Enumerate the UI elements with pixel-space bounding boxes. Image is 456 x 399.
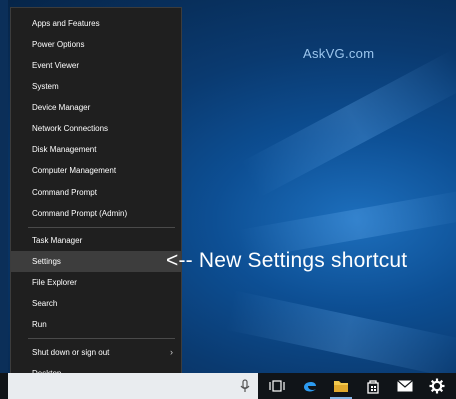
menu-item-event-viewer[interactable]: Event Viewer <box>11 55 181 76</box>
menu-item-label: Shut down or sign out <box>32 348 110 357</box>
menu-item-search[interactable]: Search <box>11 293 181 314</box>
task-view-icon[interactable] <box>262 373 292 399</box>
menu-separator <box>28 227 175 228</box>
menu-item-run[interactable]: Run <box>11 314 181 335</box>
menu-item-disk-management[interactable]: Disk Management <box>11 139 181 160</box>
store-icon[interactable] <box>358 373 388 399</box>
menu-item-task-manager[interactable]: Task Manager <box>11 230 181 251</box>
annotation-text: <-- New Settings shortcut <box>166 249 408 272</box>
watermark-text: AskVG.com <box>303 46 375 61</box>
menu-item-command-prompt[interactable]: Command Prompt <box>11 182 181 203</box>
menu-item-file-explorer[interactable]: File Explorer <box>11 272 181 293</box>
chevron-right-icon: › <box>170 347 173 357</box>
mail-icon[interactable] <box>390 373 420 399</box>
menu-item-network-connections[interactable]: Network Connections <box>11 118 181 139</box>
menu-separator <box>28 338 175 339</box>
menu-item-device-manager[interactable]: Device Manager <box>11 97 181 118</box>
microphone-icon[interactable] <box>230 373 260 399</box>
file-explorer-icon[interactable] <box>326 373 356 399</box>
menu-item-power-options[interactable]: Power Options <box>11 34 181 55</box>
settings-gear-icon[interactable] <box>422 373 452 399</box>
cortana-search-box[interactable] <box>8 373 258 399</box>
edge-icon[interactable] <box>295 373 325 399</box>
desktop-strip <box>0 0 8 399</box>
menu-item-command-prompt-admin[interactable]: Command Prompt (Admin) <box>11 203 181 224</box>
winx-power-menu: Apps and Features Power Options Event Vi… <box>10 7 182 386</box>
menu-item-apps-and-features[interactable]: Apps and Features <box>11 13 181 34</box>
menu-item-system[interactable]: System <box>11 76 181 97</box>
menu-item-settings[interactable]: Settings <box>11 251 181 272</box>
menu-item-computer-management[interactable]: Computer Management <box>11 160 181 181</box>
menu-item-shut-down-or-sign-out[interactable]: Shut down or sign out › <box>11 342 181 363</box>
